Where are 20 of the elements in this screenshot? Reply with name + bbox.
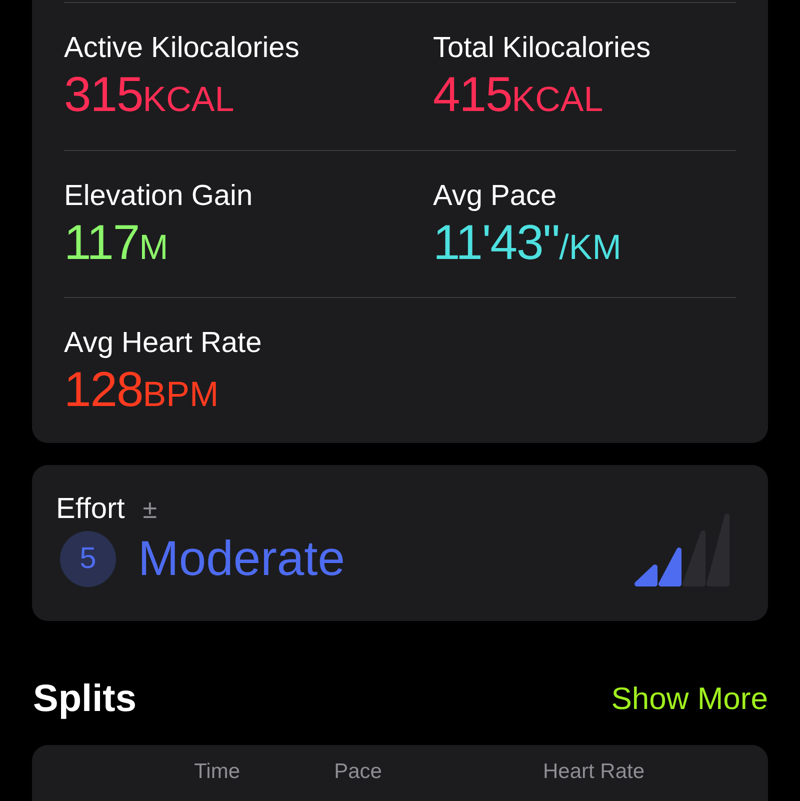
column-header: Pace	[334, 760, 382, 785]
metric-value: 11'43"/KM	[433, 216, 622, 272]
metric-value: 128BPM	[64, 363, 219, 419]
show-more-link[interactable]: Show More	[611, 681, 768, 717]
metric-label: Active Kilocalories	[64, 31, 300, 66]
metric-label: Total Kilocalories	[433, 31, 651, 66]
splits-title: Splits	[33, 678, 136, 720]
effort-score: 5	[60, 531, 116, 587]
metric-label: Avg Heart Rate	[64, 326, 262, 361]
effort-title: Effort	[56, 492, 125, 527]
effort-card[interactable]: Effort ± 5 Moderate	[32, 465, 768, 621]
metric-value: 415KCAL	[433, 68, 604, 124]
column-header: Heart Rate	[543, 760, 645, 785]
metric-value: 315KCAL	[64, 68, 234, 124]
effort-rating: Moderate	[138, 531, 346, 587]
adjust-icon[interactable]: ±	[142, 494, 158, 524]
column-header: Time	[194, 760, 240, 785]
metric-label: Elevation Gain	[64, 179, 253, 214]
metric-value: 117M	[64, 216, 168, 272]
metric-label: Avg Pace	[433, 179, 557, 214]
